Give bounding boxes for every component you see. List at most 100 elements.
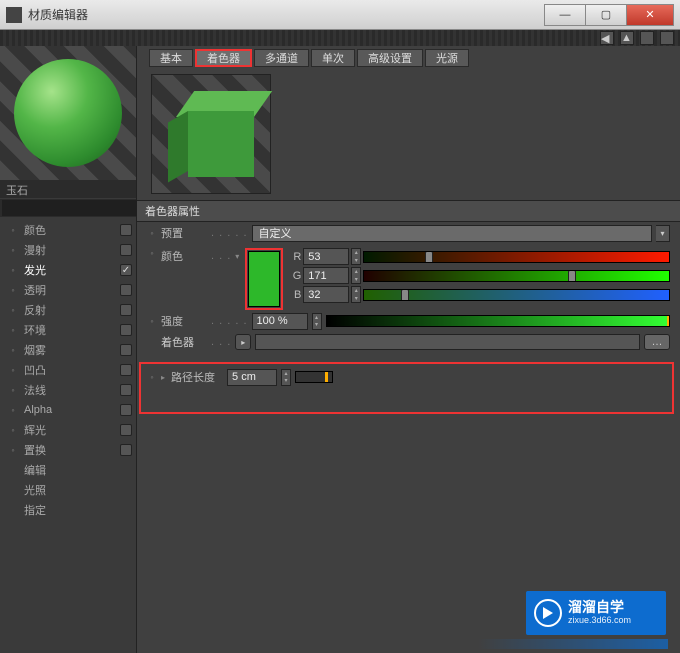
nav-arrow-icon[interactable]: ◀: [600, 31, 614, 45]
channel-置换[interactable]: ◦置换: [4, 440, 132, 460]
channel-checkbox[interactable]: ✓: [120, 264, 132, 276]
channel-checkbox[interactable]: [120, 224, 132, 236]
channel-凹凸[interactable]: ◦凹凸: [4, 360, 132, 380]
lock-icon[interactable]: [640, 31, 654, 45]
reset-dot-icon[interactable]: ◦: [147, 228, 157, 238]
channel-label: 透明: [24, 282, 114, 298]
channel-arrow-icon[interactable]: ◦: [8, 245, 18, 255]
channel-arrow-icon[interactable]: ◦: [8, 285, 18, 295]
channel-arrow-icon[interactable]: ◦: [8, 325, 18, 335]
channel-checkbox[interactable]: [120, 424, 132, 436]
expand-arrow-icon[interactable]: ▸: [161, 373, 165, 382]
color-label: 颜色: [161, 248, 207, 264]
shader-picker-button[interactable]: ▸: [235, 334, 251, 350]
close-button[interactable]: ✕: [626, 4, 674, 26]
minimize-button[interactable]: —: [544, 4, 586, 26]
tab-单次[interactable]: 单次: [311, 49, 355, 67]
tab-着色器[interactable]: 着色器: [195, 49, 252, 67]
b-spinner[interactable]: ▴▾: [351, 286, 361, 303]
channel-checkbox[interactable]: [120, 444, 132, 456]
channel-环境[interactable]: ◦环境: [4, 320, 132, 340]
sub-item-label: 光照: [24, 482, 132, 498]
shader-preview-thumb[interactable]: [151, 74, 271, 194]
search-input[interactable]: [2, 200, 150, 216]
channel-arrow-icon[interactable]: ◦: [8, 305, 18, 315]
sub-item-光照[interactable]: 光照: [4, 480, 132, 500]
material-name[interactable]: 玉石: [0, 180, 136, 198]
watermark-title: 溜溜自学: [568, 600, 631, 615]
reset-dot-icon[interactable]: ◦: [147, 248, 157, 258]
channel-checkbox[interactable]: [120, 344, 132, 356]
shader-slot[interactable]: [255, 334, 640, 350]
channel-label: 法线: [24, 382, 114, 398]
channel-checkbox[interactable]: [120, 404, 132, 416]
channel-checkbox[interactable]: [120, 304, 132, 316]
reset-dot-icon[interactable]: ◦: [147, 372, 157, 382]
tab-基本[interactable]: 基本: [149, 49, 193, 67]
channel-arrow-icon[interactable]: ◦: [8, 445, 18, 455]
preset-label: 预置: [161, 225, 207, 241]
r-slider[interactable]: [363, 251, 670, 263]
channel-checkbox[interactable]: [120, 284, 132, 296]
material-preview[interactable]: [0, 46, 136, 180]
b-value[interactable]: 32: [303, 286, 349, 303]
channel-烟雾[interactable]: ◦烟雾: [4, 340, 132, 360]
sub-item-label: 指定: [24, 502, 132, 518]
channel-checkbox[interactable]: [120, 364, 132, 376]
g-slider[interactable]: [363, 270, 670, 282]
r-spinner[interactable]: ▴▾: [351, 248, 361, 265]
channel-Alpha[interactable]: ◦Alpha: [4, 400, 132, 420]
channel-arrow-icon[interactable]: ◦: [8, 425, 18, 435]
tab-多通道[interactable]: 多通道: [254, 49, 309, 67]
maximize-button[interactable]: ▢: [585, 4, 627, 26]
tab-光源[interactable]: 光源: [425, 49, 469, 67]
g-label: G: [287, 270, 301, 282]
panel-icon[interactable]: [660, 31, 674, 45]
channel-label: 发光: [24, 262, 114, 278]
material-search-row: ▸: [0, 199, 136, 217]
r-row: R 53 ▴▾: [287, 248, 670, 265]
channel-checkbox[interactable]: [120, 244, 132, 256]
strength-spinner[interactable]: ▴▾: [312, 313, 322, 330]
path-length-spinner[interactable]: ▴▾: [281, 369, 291, 386]
path-length-value[interactable]: 5 cm: [227, 369, 277, 386]
channel-arrow-icon[interactable]: ◦: [8, 385, 18, 395]
strength-value[interactable]: 100 %: [252, 313, 308, 330]
sub-item-指定[interactable]: 指定: [4, 500, 132, 520]
channel-checkbox[interactable]: [120, 324, 132, 336]
strength-row: ◦ 强度 . . . . . 100 % ▴▾: [137, 310, 680, 332]
preset-dropdown[interactable]: 自定义: [252, 225, 652, 242]
preview-sphere-icon: [14, 59, 122, 167]
path-length-slider[interactable]: [295, 371, 333, 383]
channel-arrow-icon[interactable]: ◦: [8, 225, 18, 235]
chevron-down-icon[interactable]: ▾: [235, 248, 241, 261]
channel-checkbox[interactable]: [120, 384, 132, 396]
channel-list: ◦颜色◦漫射◦发光✓◦透明◦反射◦环境◦烟雾◦凹凸◦法线◦Alpha◦辉光◦置换…: [0, 218, 136, 653]
channel-发光[interactable]: ◦ 发光 ✓: [4, 260, 132, 280]
channel-辉光[interactable]: ◦辉光: [4, 420, 132, 440]
reset-dot-icon[interactable]: ◦: [147, 316, 157, 326]
strength-slider[interactable]: [326, 315, 670, 327]
color-swatch[interactable]: [248, 251, 280, 307]
channel-arrow-icon[interactable]: ◦: [8, 345, 18, 355]
channel-漫射[interactable]: ◦ 漫射: [4, 240, 132, 260]
b-slider[interactable]: [363, 289, 670, 301]
up-arrow-icon[interactable]: ▲: [620, 31, 634, 45]
shader-browse-button[interactable]: …: [644, 334, 670, 350]
g-spinner[interactable]: ▴▾: [351, 267, 361, 284]
channel-label: 漫射: [24, 242, 114, 258]
channel-arrow-icon[interactable]: ◦: [8, 405, 18, 415]
channel-arrow-icon[interactable]: ◦: [8, 265, 18, 275]
channel-透明[interactable]: ◦ 透明: [4, 280, 132, 300]
channel-法线[interactable]: ◦ 法线: [4, 380, 132, 400]
preset-dropdown-arrow-icon[interactable]: ▾: [656, 225, 670, 242]
path-length-highlight: ◦ ▸ 路径长度 5 cm ▴▾: [139, 362, 674, 414]
channel-颜色[interactable]: ◦颜色: [4, 220, 132, 240]
tab-高级设置[interactable]: 高级设置: [357, 49, 423, 67]
r-value[interactable]: 53: [303, 248, 349, 265]
shader-row: 着色器 . . . ▸ …: [137, 332, 680, 352]
channel-arrow-icon[interactable]: ◦: [8, 365, 18, 375]
g-value[interactable]: 171: [303, 267, 349, 284]
sub-item-编辑[interactable]: 编辑: [4, 460, 132, 480]
channel-反射[interactable]: ◦反射: [4, 300, 132, 320]
